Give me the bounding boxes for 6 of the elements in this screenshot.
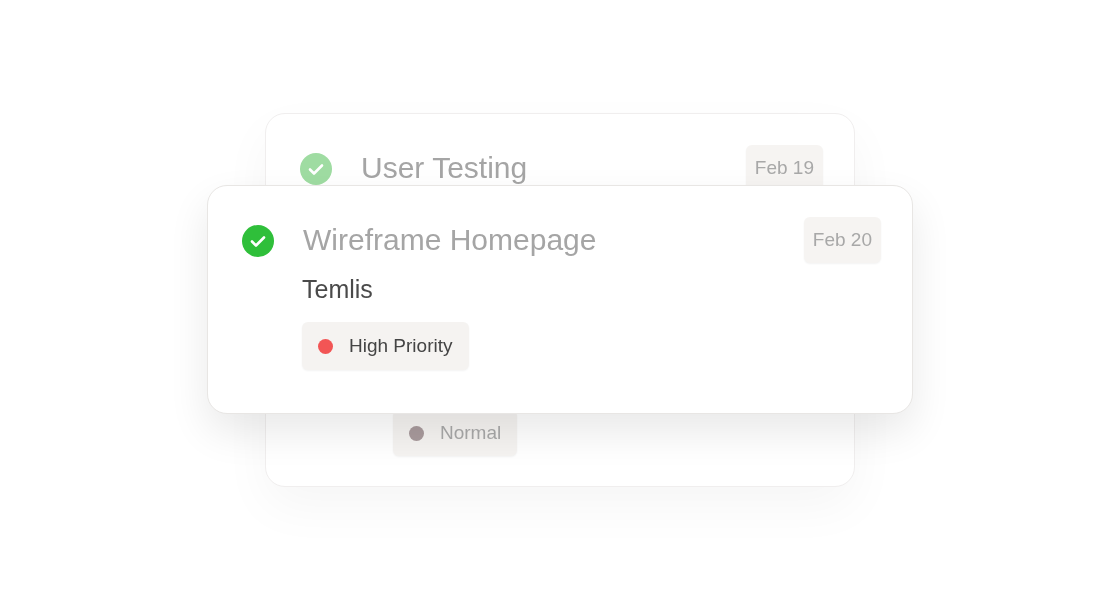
task-title: Wireframe Homepage: [303, 223, 598, 257]
date-badge: Feb 20: [803, 217, 881, 263]
priority-label: Normal: [440, 422, 502, 444]
task-title: User Testing: [361, 151, 529, 185]
priority-label: High Priority: [349, 335, 453, 357]
project-name: Temlis: [302, 275, 373, 304]
